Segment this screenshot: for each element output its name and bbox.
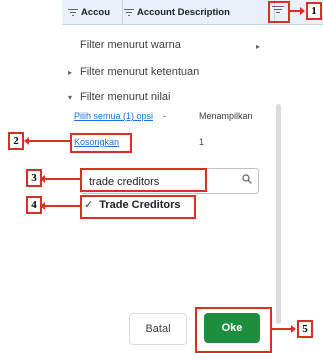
column-header-account[interactable]: Accou — [68, 0, 123, 24]
annotation-line-2 — [28, 140, 70, 142]
annotation-box-4 — [80, 195, 196, 219]
annotation-line-4 — [44, 205, 80, 207]
column-header-description[interactable]: Account Description — [124, 0, 275, 24]
annotation-number-1: 1 — [306, 2, 322, 20]
annotation-box-5 — [195, 307, 272, 353]
filter-icon[interactable] — [124, 7, 134, 17]
menu-filter-by-color[interactable]: Filter menurut warna — [80, 39, 181, 51]
collapse-arrow-icon[interactable]: ▾ — [68, 93, 72, 102]
menu-filter-by-condition[interactable]: Filter menurut ketentuan — [80, 66, 199, 78]
annotation-box-3 — [80, 168, 207, 192]
column-header-account-label: Accou — [81, 6, 111, 18]
annotation-number-2: 2 — [8, 132, 24, 150]
column-header-description-label: Account Description — [137, 6, 230, 18]
search-icon[interactable] — [242, 174, 252, 184]
menu-filter-by-value[interactable]: Filter menurut nilai — [80, 91, 170, 103]
cancel-button[interactable]: Batal — [129, 313, 187, 345]
select-all-link[interactable]: Pilih semua (1) opsi — [74, 111, 153, 121]
annotation-line-3 — [44, 178, 80, 180]
annotation-arrowhead-2 — [24, 137, 29, 145]
result-count: 1 — [199, 137, 205, 147]
annotation-arrowhead-5 — [291, 325, 296, 333]
expand-arrow-icon[interactable]: ▸ — [68, 68, 72, 77]
annotation-number-4: 4 — [26, 196, 42, 214]
scrollbar[interactable] — [276, 104, 281, 324]
annotation-box-2 — [70, 133, 132, 153]
showing-label: Menampilkan — [199, 111, 253, 121]
annotation-number-5: 5 — [297, 320, 313, 338]
annotation-number-3: 3 — [26, 169, 42, 187]
filter-icon[interactable] — [68, 7, 78, 17]
select-all-separator: - — [163, 111, 166, 121]
submenu-arrow-icon: ▸ — [256, 42, 261, 51]
annotation-arrowhead-1 — [300, 7, 305, 15]
annotation-box-1 — [268, 1, 290, 23]
annotation-line-5 — [271, 328, 293, 330]
